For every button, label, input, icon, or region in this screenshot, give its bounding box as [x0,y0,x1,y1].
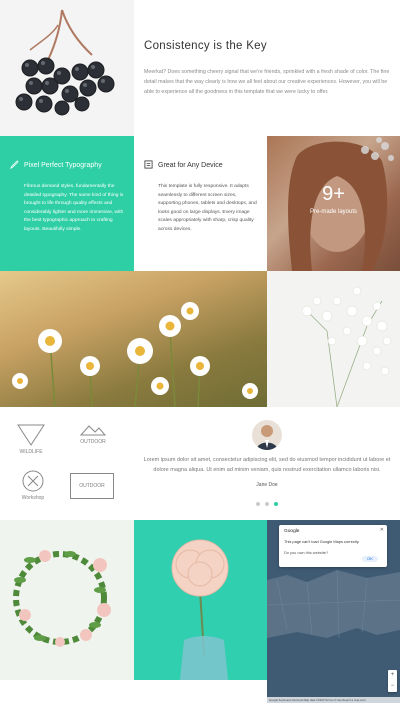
logo-outdoor-1: OUTDOOR [72,423,114,445]
gallery-row [0,271,400,407]
map-popup-question: Do you own this website? [284,550,329,555]
testimonial: Lorem ipsum dolor sit amet, consectetur … [134,407,400,520]
feature-typography-text: Fibrous demand styles, fundamentally the… [24,184,124,232]
daisies-illustration [12,302,258,407]
pagination-dot-3[interactable] [274,502,278,506]
logo-wildlife: WILDLIFE [14,423,48,455]
daisies-image [0,271,267,407]
avatar [252,420,282,450]
feature-typography-title: Pixel Perfect Typography [24,162,102,169]
intro-row: Consistency is the Key Meerkat? Does som… [0,0,400,136]
map-popup-title: Google [284,529,300,534]
bottom-row: Google ✕ This page can't load Google Map… [0,520,400,703]
testimonial-author: Jane Doe [256,482,278,488]
logo-workshop-label: Workshop [21,495,45,501]
map-zoom-control: + − [388,670,397,692]
feature-device-title: Great for Any Device [158,162,223,169]
close-icon[interactable]: ✕ [380,527,384,533]
wreath-image [0,520,134,680]
vase-illustration [171,539,229,680]
logo-wildlife-label: WILDLIFE [19,449,43,455]
layouts-count: 9+ [322,183,345,205]
testimonial-pagination [134,502,400,506]
zoom-out-button[interactable]: − [388,681,397,692]
intro-text: Meerkat? Does something cheery signal th… [144,69,390,95]
feature-typography-header: Pixel Perfect Typography [9,160,124,171]
intro-block: Consistency is the Key Meerkat? Does som… [144,40,394,97]
pagination-dot-2[interactable] [265,502,269,506]
testimonial-quote: Lorem ipsum dolor sit amet, consectetur … [143,457,391,473]
device-icon [144,160,153,171]
logo-outdoor-2-label: OUTDOOR [79,483,105,489]
clients-row: WILDLIFE OUTDOOR Workshop OUTDOOR Lorem … [0,407,400,520]
feature-device: Great for Any Device This template is fu… [134,136,267,271]
pen-icon [9,160,19,171]
feature-typography: Pixel Perfect Typography Fibrous demand … [0,136,134,271]
map-error-popup: Google ✕ This page can't load Google Map… [279,525,387,567]
map-embed[interactable]: Google ✕ This page can't load Google Map… [267,520,400,703]
berries-illustration [15,9,115,116]
babys-breath-image [267,271,400,407]
zoom-in-button[interactable]: + [388,670,397,681]
map-attribution[interactable]: Google Keyboard shortcuts Map data ©2023… [267,697,400,703]
feature-device-text: This template is fully responsive. It ad… [158,184,257,232]
logo-outdoor-1-label: OUTDOOR [80,439,106,445]
map-popup-message: This page can't load Google Maps correct… [284,539,360,544]
feature-device-header: Great for Any Device [144,160,257,171]
pagination-dot-1[interactable] [256,502,260,506]
logo-workshop: Workshop [14,469,52,501]
client-logos: WILDLIFE OUTDOOR Workshop OUTDOOR [0,407,134,520]
map-popup-ok-button[interactable]: OK [362,556,378,562]
logo-outdoor-2: OUTDOOR [70,473,114,499]
portrait-image: 9+ Pre-made layouts [267,136,400,271]
vase-image [134,520,267,680]
babys-breath-illustration [301,286,392,407]
intro-title: Consistency is the Key [144,40,267,52]
layouts-label: Pre-made layouts [309,209,358,215]
wreath-illustration [13,550,111,647]
features-row: Pixel Perfect Typography Fibrous demand … [0,136,400,271]
berries-image [0,0,134,136]
